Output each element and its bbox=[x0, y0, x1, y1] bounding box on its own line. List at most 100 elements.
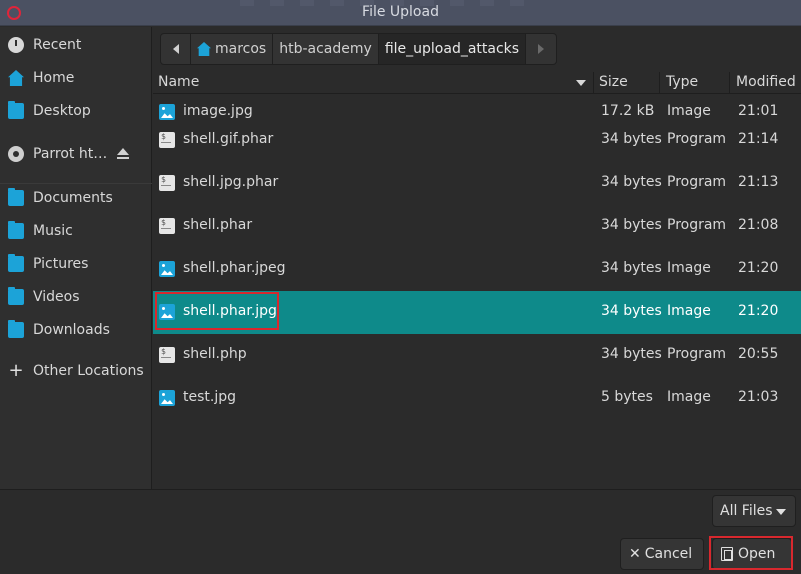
sidebar-item-desktop[interactable]: Desktop bbox=[0, 96, 152, 126]
cancel-button-label: Cancel bbox=[644, 546, 693, 562]
open-button-label: Open bbox=[738, 546, 776, 562]
file-row[interactable]: shell.phar 34 bytes Program 21:08 bbox=[153, 205, 801, 248]
folder-icon bbox=[8, 101, 24, 119]
file-name: shell.phar.jpg bbox=[183, 303, 277, 319]
path-segment-current[interactable]: file_upload_attacks bbox=[378, 34, 527, 64]
file-type: Image bbox=[667, 389, 711, 405]
column-type-header[interactable]: Type bbox=[666, 74, 698, 90]
sidebar-item-label: Desktop bbox=[33, 103, 91, 119]
sidebar-item-pictures[interactable]: Pictures bbox=[0, 249, 152, 279]
file-type: Image bbox=[667, 303, 711, 319]
file-type: Program bbox=[667, 131, 727, 147]
file-modified: 21:03 bbox=[738, 389, 779, 405]
file-name: shell.php bbox=[183, 346, 247, 362]
file-size: 34 bytes bbox=[601, 174, 662, 190]
file-modified: 21:13 bbox=[738, 174, 779, 190]
home-icon bbox=[197, 42, 211, 56]
sidebar-item-label: Recent bbox=[33, 37, 82, 53]
column-header: Name Size Type Modified bbox=[153, 72, 801, 94]
path-segment-label: file_upload_attacks bbox=[384, 41, 520, 57]
file-row[interactable]: shell.phar.jpeg 34 bytes Image 21:20 bbox=[153, 248, 801, 291]
folder-icon bbox=[8, 221, 24, 239]
places-sidebar: Recent Home Desktop Parrot ht… Documents… bbox=[0, 27, 152, 489]
file-modified: 21:14 bbox=[738, 131, 779, 147]
plus-icon: + bbox=[8, 360, 24, 381]
sidebar-item-home[interactable]: Home bbox=[0, 63, 152, 93]
sidebar-item-music[interactable]: Music bbox=[0, 216, 152, 246]
program-icon bbox=[159, 218, 175, 234]
folder-icon bbox=[8, 254, 24, 272]
path-segment-home[interactable]: marcos bbox=[191, 34, 274, 64]
column-divider bbox=[593, 72, 594, 94]
column-modified-header[interactable]: Modified bbox=[736, 74, 796, 90]
sidebar-item-recent[interactable]: Recent bbox=[0, 30, 152, 60]
file-modified: 20:55 bbox=[738, 346, 779, 362]
sidebar-item-downloads[interactable]: Downloads bbox=[0, 315, 152, 345]
file-row[interactable]: shell.php 34 bytes Program 20:55 bbox=[153, 334, 801, 377]
window-title: File Upload bbox=[362, 4, 439, 20]
file-name: shell.jpg.phar bbox=[183, 174, 279, 190]
file-name: shell.phar bbox=[183, 217, 253, 233]
file-filter-dropdown[interactable]: All Files bbox=[712, 495, 796, 527]
file-row[interactable]: test.jpg 5 bytes Image 21:03 bbox=[153, 377, 801, 420]
cancel-button[interactable]: ✕ Cancel bbox=[620, 538, 704, 570]
path-back-button[interactable] bbox=[161, 34, 191, 64]
file-size: 34 bytes bbox=[601, 217, 662, 233]
file-modified: 21:20 bbox=[738, 303, 779, 319]
file-name: shell.phar.jpeg bbox=[183, 260, 286, 276]
program-icon bbox=[159, 347, 175, 363]
dialog-footer: All Files ✕ Cancel Open bbox=[0, 489, 801, 574]
chevron-right-icon bbox=[538, 44, 545, 54]
file-size: 34 bytes bbox=[601, 260, 662, 276]
program-icon bbox=[159, 132, 175, 148]
path-segment[interactable]: htb-academy bbox=[273, 34, 379, 64]
file-filter-label: All Files bbox=[720, 503, 773, 519]
close-icon: ✕ bbox=[629, 546, 641, 562]
file-size: 34 bytes bbox=[601, 131, 662, 147]
sidebar-item-label: Pictures bbox=[33, 256, 89, 272]
open-document-icon bbox=[721, 547, 733, 561]
sidebar-item-label: Music bbox=[33, 223, 73, 239]
file-name: test.jpg bbox=[183, 389, 236, 405]
file-type: Program bbox=[667, 217, 727, 233]
file-size: 17.2 kB bbox=[601, 103, 655, 119]
sidebar-item-other-locations[interactable]: + Other Locations bbox=[0, 356, 152, 386]
sidebar-item-label: Other Locations bbox=[33, 363, 144, 379]
sort-descending-icon bbox=[576, 80, 586, 86]
sidebar-item-parrot-drive[interactable]: Parrot ht… bbox=[0, 139, 152, 169]
file-size: 5 bytes bbox=[601, 389, 653, 405]
column-name-header[interactable]: Name bbox=[158, 74, 199, 90]
path-forward-button[interactable] bbox=[526, 34, 556, 64]
folder-icon bbox=[8, 188, 24, 206]
path-bar: marcos htb-academy file_upload_attacks bbox=[160, 33, 558, 65]
disc-icon bbox=[8, 146, 24, 162]
sidebar-item-label: Downloads bbox=[33, 322, 110, 338]
sidebar-item-label: Documents bbox=[33, 190, 113, 206]
home-icon bbox=[8, 70, 24, 86]
title-bar: File Upload bbox=[0, 0, 801, 26]
file-modified: 21:20 bbox=[738, 260, 779, 276]
image-icon bbox=[159, 104, 175, 120]
file-type: Program bbox=[667, 174, 727, 190]
program-icon bbox=[159, 175, 175, 191]
sidebar-item-documents[interactable]: Documents bbox=[0, 183, 152, 213]
image-icon bbox=[159, 261, 175, 277]
eject-icon[interactable] bbox=[117, 148, 129, 160]
file-type: Program bbox=[667, 346, 727, 362]
folder-icon bbox=[8, 287, 24, 305]
column-size-header[interactable]: Size bbox=[599, 74, 628, 90]
file-type: Image bbox=[667, 260, 711, 276]
file-size: 34 bytes bbox=[601, 346, 662, 362]
sidebar-item-label: Videos bbox=[33, 289, 80, 305]
open-button[interactable]: Open bbox=[712, 538, 792, 570]
file-row[interactable]: shell.gif.phar 34 bytes Program 21:14 bbox=[153, 119, 801, 162]
file-row-selected[interactable]: shell.phar.jpg 34 bytes Image 21:20 bbox=[153, 291, 801, 334]
image-icon bbox=[159, 390, 175, 406]
sidebar-item-label: Home bbox=[33, 70, 75, 86]
file-type: Image bbox=[667, 103, 711, 119]
sidebar-item-videos[interactable]: Videos bbox=[0, 282, 152, 312]
file-row[interactable]: shell.jpg.phar 34 bytes Program 21:13 bbox=[153, 162, 801, 205]
file-size: 34 bytes bbox=[601, 303, 662, 319]
column-divider bbox=[659, 72, 660, 94]
path-segment-label: htb-academy bbox=[279, 41, 372, 57]
